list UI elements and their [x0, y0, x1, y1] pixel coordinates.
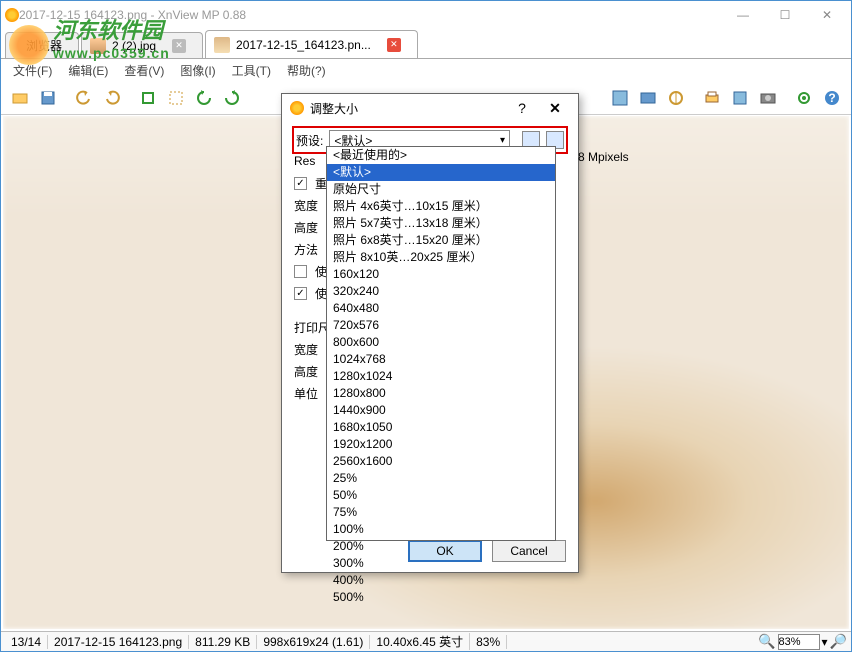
- svg-text:?: ?: [828, 91, 835, 105]
- adjust-button[interactable]: [663, 85, 689, 111]
- status-filename: 2017-12-15 164123.png: [48, 635, 189, 649]
- dd-size[interactable]: 640x480: [327, 300, 555, 317]
- thumbnail-icon: [90, 38, 106, 54]
- dd-size[interactable]: 2560x1600: [327, 453, 555, 470]
- save-button[interactable]: [35, 85, 61, 111]
- keep-ratio2-checkbox[interactable]: ✓: [294, 287, 307, 300]
- camera-button[interactable]: [755, 85, 781, 111]
- dd-size[interactable]: 1440x900: [327, 402, 555, 419]
- redo-button[interactable]: [99, 85, 125, 111]
- menu-image[interactable]: 图像(I): [174, 60, 221, 81]
- tab-image-1[interactable]: 2 (2).jpg ✕: [81, 32, 203, 58]
- dd-original[interactable]: 原始尺寸: [327, 181, 555, 198]
- keep-ratio-checkbox[interactable]: [294, 265, 307, 278]
- dd-percent[interactable]: 200%: [327, 538, 555, 555]
- status-zoom: 83%: [470, 635, 507, 649]
- rotate-right-button[interactable]: [219, 85, 245, 111]
- menu-bar: 文件(F) 编辑(E) 查看(V) 图像(I) 工具(T) 帮助(?): [1, 59, 851, 81]
- dd-size[interactable]: 1280x1024: [327, 368, 555, 385]
- dd-size[interactable]: 1280x800: [327, 385, 555, 402]
- zoom-out-icon[interactable]: 🔍: [758, 633, 775, 650]
- tab-bar: 浏览器 2 (2).jpg ✕ 2017-12-15_164123.pn... …: [1, 29, 851, 59]
- dd-size[interactable]: 1680x1050: [327, 419, 555, 436]
- tab-label: 浏览器: [26, 37, 62, 54]
- minimize-button[interactable]: ―: [723, 3, 763, 27]
- print-button[interactable]: [699, 85, 725, 111]
- dd-size[interactable]: 320x240: [327, 283, 555, 300]
- preset-dropdown[interactable]: <最近使用的> <默认> 原始尺寸 照片 4x6英寸…10x15 厘米） 照片 …: [326, 146, 556, 541]
- help-button[interactable]: ?: [819, 85, 845, 111]
- dialog-help-button[interactable]: ?: [510, 100, 534, 116]
- main-window: 2017-12-15 164123.png - XnView MP 0.88 ―…: [0, 0, 852, 652]
- dd-photo-8x10[interactable]: 照片 8x10英…20x25 厘米）: [327, 249, 555, 266]
- dialog-title: 调整大小: [310, 100, 504, 117]
- dd-size[interactable]: 800x600: [327, 334, 555, 351]
- tab-label: 2 (2).jpg: [112, 39, 156, 53]
- dialog-titlebar[interactable]: 调整大小 ? ✕: [282, 94, 578, 122]
- menu-tools[interactable]: 工具(T): [226, 60, 277, 81]
- open-button[interactable]: [7, 85, 33, 111]
- dd-photo-4x6[interactable]: 照片 4x6英寸…10x15 厘米）: [327, 198, 555, 215]
- settings-button[interactable]: [791, 85, 817, 111]
- tab-close-icon[interactable]: ✕: [387, 38, 401, 52]
- dd-default[interactable]: <默认>: [327, 164, 555, 181]
- tab-browser[interactable]: 浏览器: [5, 32, 79, 58]
- export-button[interactable]: [727, 85, 753, 111]
- maximize-button[interactable]: ☐: [765, 3, 805, 27]
- status-filesize: 811.29 KB: [189, 635, 257, 649]
- rotate-left-button[interactable]: [191, 85, 217, 111]
- menu-edit[interactable]: 编辑(E): [62, 60, 114, 81]
- dd-percent[interactable]: 25%: [327, 470, 555, 487]
- thumbnail-icon: [214, 37, 230, 53]
- dd-photo-5x7[interactable]: 照片 5x7英寸…13x18 厘米）: [327, 215, 555, 232]
- tab-label: 2017-12-15_164123.pn...: [236, 38, 371, 52]
- menu-view[interactable]: 查看(V): [118, 60, 170, 81]
- tab-close-icon[interactable]: ✕: [172, 39, 186, 53]
- status-bar: 13/14 2017-12-15 164123.png 811.29 KB 99…: [1, 631, 851, 651]
- dd-size[interactable]: 1024x768: [327, 351, 555, 368]
- resize-dialog: 调整大小 ? ✕ 预设: <默认> 8 Mpixels Res ✓重新 宽度 高…: [281, 93, 579, 573]
- dd-size[interactable]: 160x120: [327, 266, 555, 283]
- undo-button[interactable]: [71, 85, 97, 111]
- app-icon: [5, 8, 19, 22]
- crop-button[interactable]: [135, 85, 161, 111]
- zoom-input[interactable]: [778, 634, 820, 650]
- menu-help[interactable]: 帮助(?): [281, 60, 332, 81]
- status-index: 13/14: [5, 635, 48, 649]
- slideshow-button[interactable]: [635, 85, 661, 111]
- dd-recent[interactable]: <最近使用的>: [327, 147, 555, 164]
- status-physical: 10.40x6.45 英寸: [370, 633, 470, 650]
- zoom-in-icon[interactable]: 🔎: [830, 633, 847, 650]
- menu-file[interactable]: 文件(F): [7, 60, 58, 81]
- dd-percent[interactable]: 75%: [327, 504, 555, 521]
- close-button[interactable]: ✕: [807, 3, 847, 27]
- select-button[interactable]: [163, 85, 189, 111]
- zoom-dropdown-icon[interactable]: ▾: [822, 635, 828, 649]
- window-title: 2017-12-15 164123.png - XnView MP 0.88: [19, 8, 723, 22]
- tab-image-2[interactable]: 2017-12-15_164123.pn... ✕: [205, 30, 418, 58]
- mpixels-label: 8 Mpixels: [578, 150, 629, 164]
- dialog-icon: [290, 101, 304, 115]
- dd-percent[interactable]: 500%: [327, 589, 555, 606]
- dd-size[interactable]: 1920x1200: [327, 436, 555, 453]
- dd-photo-6x8[interactable]: 照片 6x8英寸…15x20 厘米）: [327, 232, 555, 249]
- dd-percent[interactable]: 300%: [327, 555, 555, 572]
- resample-checkbox[interactable]: ✓: [294, 177, 307, 190]
- preset-label: 预设:: [296, 132, 323, 149]
- dialog-close-button[interactable]: ✕: [540, 100, 570, 117]
- dd-size[interactable]: 720x576: [327, 317, 555, 334]
- dd-percent[interactable]: 400%: [327, 572, 555, 589]
- status-dimensions: 998x619x24 (1.61): [257, 635, 370, 649]
- titlebar: 2017-12-15 164123.png - XnView MP 0.88 ―…: [1, 1, 851, 29]
- dd-percent[interactable]: 50%: [327, 487, 555, 504]
- fullscreen-button[interactable]: [607, 85, 633, 111]
- resolution-label: Res: [294, 154, 315, 168]
- dd-percent[interactable]: 100%: [327, 521, 555, 538]
